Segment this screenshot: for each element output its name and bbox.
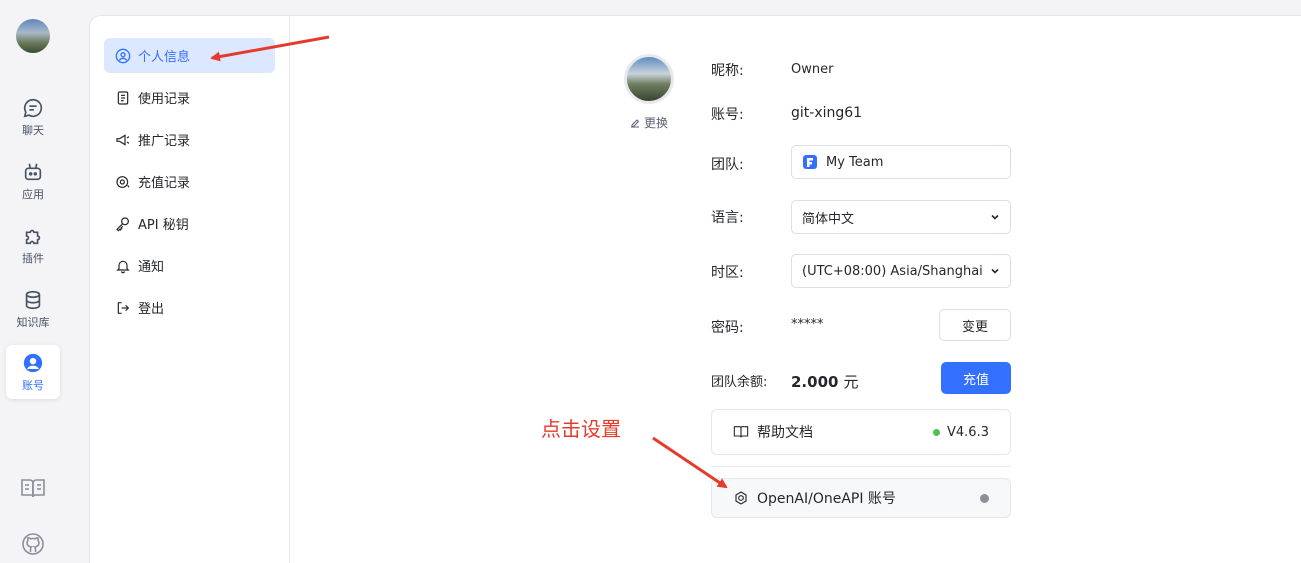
language-label: 语言: xyxy=(711,210,744,226)
menu-item-api-key[interactable]: API 秘钥 xyxy=(104,206,275,241)
openai-account-button[interactable]: OpenAI/OneAPI 账号 xyxy=(711,478,1011,518)
github-icon xyxy=(22,533,44,555)
book-icon xyxy=(21,479,45,498)
language-value: 简体中文 xyxy=(802,211,855,227)
timezone-value: (UTC+08:00) Asia/Shanghai xyxy=(802,263,983,279)
chevron-down-icon xyxy=(991,268,999,274)
password-label: 密码: xyxy=(711,320,744,336)
docs-link[interactable] xyxy=(19,474,47,502)
menu-item-usage[interactable]: 使用记录 xyxy=(104,80,275,115)
profile-avatar[interactable] xyxy=(624,54,674,104)
logout-icon xyxy=(117,301,130,314)
megaphone-icon xyxy=(116,133,130,146)
openai-status xyxy=(980,493,989,503)
nickname-value: Owner xyxy=(791,62,834,77)
puzzle-icon xyxy=(25,229,41,244)
rail-label: 账号 xyxy=(22,378,44,392)
recharge-button[interactable]: 充值 xyxy=(941,362,1011,394)
rail-label: 插件 xyxy=(22,251,44,265)
robot-icon xyxy=(24,163,42,180)
team-selector[interactable]: My Team xyxy=(791,145,1011,179)
menu-item-promotion[interactable]: 推广记录 xyxy=(104,122,275,157)
team-value: My Team xyxy=(826,154,884,170)
document-icon xyxy=(117,90,129,105)
account-label: 账号: xyxy=(711,107,744,123)
github-link[interactable] xyxy=(19,530,47,558)
user-circle-icon xyxy=(23,353,43,372)
menu-item-notifications[interactable]: 通知 xyxy=(104,248,275,283)
openai-label: OpenAI/OneAPI 账号 xyxy=(757,491,896,507)
balance-label: 团队余额: xyxy=(711,375,768,390)
password-value: ***** xyxy=(791,317,824,332)
timezone-select[interactable]: (UTC+08:00) Asia/Shanghai xyxy=(791,254,1011,288)
rail-item-knowledge[interactable]: 知识库 xyxy=(6,282,60,336)
bell-icon xyxy=(116,260,130,273)
nav-rail: 聊天 应用 插件 知识库 账号 xyxy=(0,0,68,563)
menu-item-label: 个人信息 xyxy=(138,50,191,65)
menu-item-logout[interactable]: 登出 xyxy=(104,290,275,325)
divider xyxy=(711,466,1011,467)
account-value: git-xing61 xyxy=(791,105,863,121)
rail-label: 知识库 xyxy=(16,315,50,329)
menu-item-recharge[interactable]: 充值记录 xyxy=(104,164,275,199)
rail-item-account[interactable]: 账号 xyxy=(6,345,60,399)
version-badge: V4.6.3 xyxy=(933,425,989,440)
openai-icon xyxy=(735,491,747,505)
menu-item-label: 充值记录 xyxy=(138,176,191,191)
balance-value: 2.000 xyxy=(791,373,839,391)
coin-icon xyxy=(116,175,130,188)
team-label: 团队: xyxy=(711,157,744,173)
version-text: V4.6.3 xyxy=(947,424,989,440)
timezone-label: 时区: xyxy=(711,265,744,281)
user-icon xyxy=(115,48,131,63)
rail-label: 应用 xyxy=(22,187,44,201)
menu-item-profile[interactable]: 个人信息 xyxy=(104,38,275,73)
status-dot xyxy=(933,428,941,436)
user-avatar[interactable] xyxy=(16,19,50,53)
help-docs-link[interactable]: 帮助文档 V4.6.3 xyxy=(711,409,1011,455)
menu-item-label: 使用记录 xyxy=(138,92,191,107)
key-icon xyxy=(116,216,129,232)
account-card: 个人信息 使用记录 推广记录 充值记录 API 秘钥 通知 登出 更换 昵称: … xyxy=(89,15,1301,563)
language-select[interactable]: 简体中文 xyxy=(791,200,1011,234)
nickname-label: 昵称: xyxy=(711,63,744,79)
rail-item-plugins[interactable]: 插件 xyxy=(6,218,60,272)
help-docs-label: 帮助文档 xyxy=(757,425,813,441)
status-dot xyxy=(980,493,989,503)
annotation-text: 点击设置 xyxy=(541,417,621,441)
change-password-button[interactable]: 变更 xyxy=(939,309,1011,341)
menu-item-label: 推广记录 xyxy=(138,134,191,149)
rail-label: 聊天 xyxy=(22,123,44,137)
change-avatar-button[interactable]: 更换 xyxy=(629,114,668,131)
account-sidebar: 个人信息 使用记录 推广记录 充值记录 API 秘钥 通知 登出 xyxy=(90,16,290,563)
book-open-icon xyxy=(733,426,749,438)
database-icon xyxy=(25,290,41,309)
balance-display: 2.000 元 xyxy=(791,371,858,392)
chat-icon xyxy=(23,98,43,117)
edit-icon xyxy=(631,118,640,127)
change-avatar-label: 更换 xyxy=(644,116,669,130)
balance-unit: 元 xyxy=(843,373,859,391)
team-logo-icon xyxy=(803,155,817,169)
chevron-down-icon xyxy=(991,214,999,220)
rail-item-chat[interactable]: 聊天 xyxy=(6,90,60,144)
menu-item-label: 通知 xyxy=(138,260,165,275)
menu-item-label: 登出 xyxy=(138,302,165,317)
menu-item-label: API 秘钥 xyxy=(138,218,189,233)
rail-item-apps[interactable]: 应用 xyxy=(6,154,60,208)
